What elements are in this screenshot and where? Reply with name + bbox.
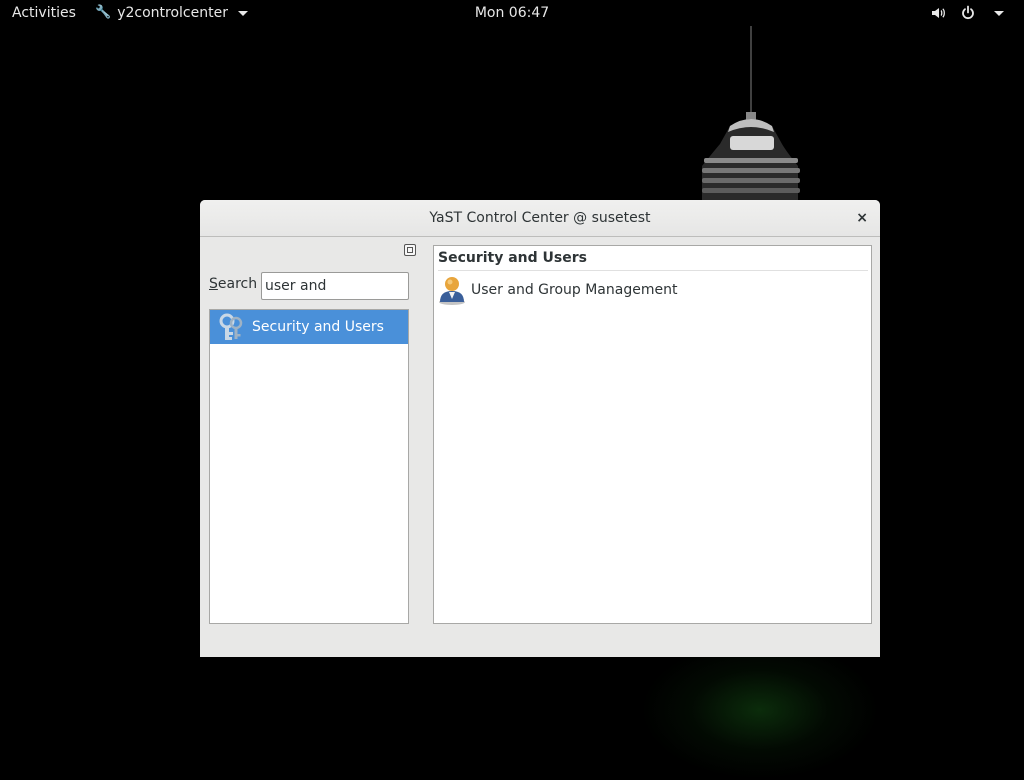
category-label: Security and Users [252, 319, 384, 335]
app-menu[interactable]: 🔧 y2controlcenter [95, 0, 248, 26]
activities-button[interactable]: Activities [12, 0, 76, 26]
clock[interactable]: Mon 06:47 [475, 5, 549, 21]
wallpaper-glow [640, 640, 880, 780]
category-item-security-and-users[interactable]: Security and Users [210, 310, 408, 344]
system-menu[interactable] [930, 0, 1004, 26]
user-icon [439, 277, 465, 305]
module-panel: Security and Users User and Group Manage… [433, 245, 872, 624]
module-label: User and Group Management [471, 282, 678, 298]
module-group-header: Security and Users [438, 250, 868, 271]
power-icon [960, 5, 976, 21]
window-title: YaST Control Center @ susetest [429, 210, 651, 226]
chevron-down-icon [994, 10, 1004, 16]
chevron-down-icon [237, 10, 248, 16]
category-list[interactable]: Security and Users [209, 309, 409, 624]
wallpaper-bulb [702, 26, 800, 201]
module-item-user-and-group-management[interactable]: User and Group Management [438, 274, 677, 306]
wrench-icon: 🔧 [95, 5, 112, 20]
keys-icon [219, 313, 243, 340]
detach-icon[interactable] [404, 244, 416, 256]
app-menu-label: y2controlcenter [117, 5, 228, 21]
yast-control-center-window: YaST Control Center @ susetest × Search … [200, 200, 880, 657]
close-button[interactable]: × [856, 200, 868, 236]
volume-icon [930, 5, 946, 21]
search-input[interactable] [261, 272, 409, 300]
title-bar[interactable]: YaST Control Center @ susetest [200, 200, 880, 237]
close-icon: × [856, 210, 868, 226]
search-label: Search [209, 276, 258, 292]
top-bar: Mon 06:47 Activities 🔧 y2controlcenter [0, 0, 1024, 26]
